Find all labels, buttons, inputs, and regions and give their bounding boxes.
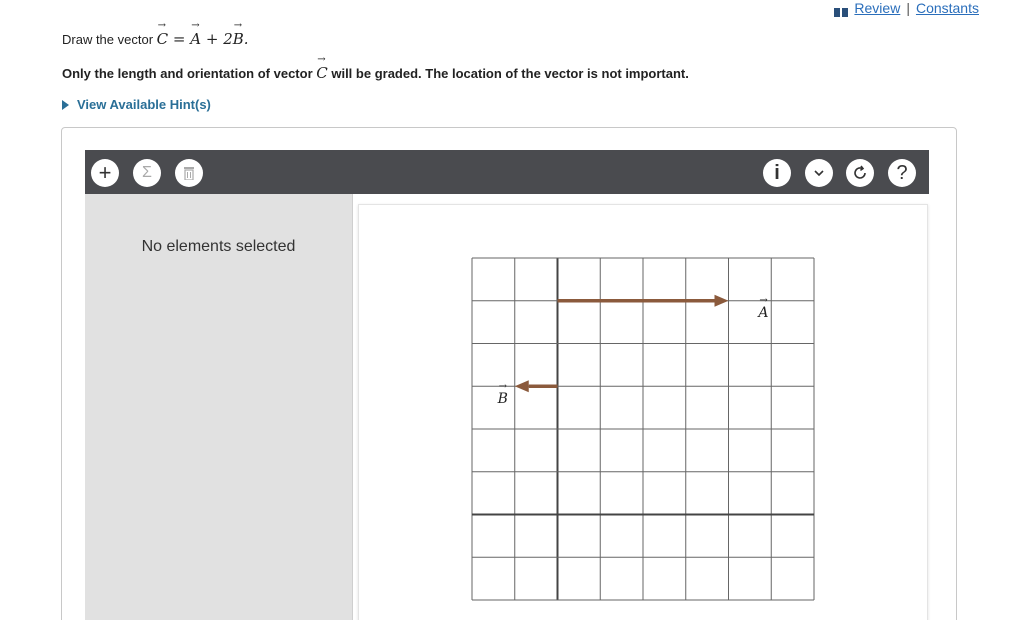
sigma-icon: Σ	[142, 164, 152, 181]
add-tool-button[interactable]: +	[91, 159, 119, 187]
reset-button[interactable]	[846, 159, 874, 187]
prompt-prefix: Draw the vector	[62, 32, 154, 47]
equals-sign: =	[168, 30, 191, 48]
vector-a-arrowhead[interactable]	[714, 294, 729, 307]
info-icon: i	[774, 161, 780, 184]
vector-b-label: B	[498, 381, 508, 407]
view-hints-toggle[interactable]: View Available Hint(s)	[62, 97, 211, 112]
instruction-text-start: Only the length and orientation of vecto…	[62, 66, 317, 81]
reset-icon	[854, 165, 866, 179]
vector-b-symbol: B	[233, 20, 244, 48]
trash-icon	[184, 167, 194, 180]
problem-prompt: Draw the vector C = A + 2B.	[62, 20, 249, 48]
instruction-vector-c: C	[316, 54, 327, 82]
no-selection-message: No elements selected	[141, 238, 296, 255]
review-link[interactable]: Review	[854, 0, 900, 16]
hint-label: View Available Hint(s)	[77, 97, 211, 112]
help-icon: ?	[896, 161, 908, 184]
selection-panel: No elements selected	[85, 194, 353, 620]
period: .	[243, 30, 249, 48]
sum-tool-button[interactable]: Σ	[133, 159, 161, 187]
vector-b-arrowhead[interactable]	[514, 380, 529, 393]
vector-c-symbol: C	[157, 20, 168, 48]
constants-link[interactable]: Constants	[916, 0, 979, 16]
header-links: Review | Constants	[834, 0, 979, 17]
grading-instruction: Only the length and orientation of vecto…	[62, 54, 689, 82]
info-button[interactable]: i	[763, 159, 791, 187]
help-button[interactable]: ?	[888, 159, 916, 187]
book-icon	[834, 4, 849, 17]
delete-tool-button[interactable]	[175, 159, 203, 187]
plus-icon: +	[98, 160, 112, 185]
chevron-down-icon	[814, 170, 824, 176]
caret-right-icon	[62, 99, 69, 110]
vector-a-label: A	[758, 295, 768, 321]
prompt-equation: C = A + 2B.	[157, 20, 249, 48]
link-separator: |	[906, 0, 910, 16]
plus-two: + 2	[201, 30, 233, 48]
dropdown-button[interactable]	[805, 159, 833, 187]
drawing-toolbar: + Σ i ?	[85, 150, 929, 194]
vector-a-symbol: A	[190, 20, 201, 48]
instruction-text-end: will be graded. The location of the vect…	[327, 66, 689, 81]
